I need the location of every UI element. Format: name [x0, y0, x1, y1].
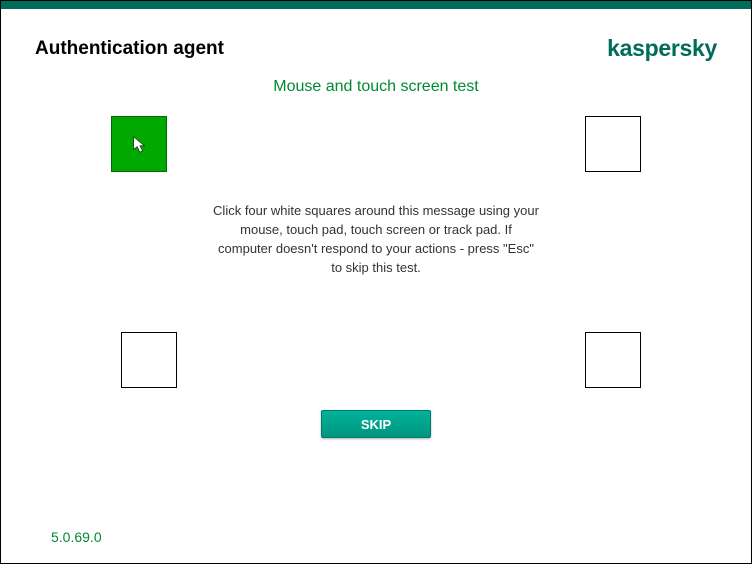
test-area: Click four white squares around this mes… [1, 102, 751, 402]
cursor-icon [130, 135, 148, 153]
app-title: Authentication agent [35, 38, 224, 60]
window-top-bar [1, 1, 751, 9]
test-square-bottom-right[interactable] [585, 332, 641, 388]
test-square-bottom-left[interactable] [121, 332, 177, 388]
brand-logo: kaspersky [607, 35, 717, 62]
header: Authentication agent kaspersky [1, 9, 751, 62]
instruction-text: Click four white squares around this mes… [196, 202, 556, 277]
test-square-top-left[interactable] [111, 116, 167, 172]
test-square-top-right[interactable] [585, 116, 641, 172]
page-subtitle: Mouse and touch screen test [1, 78, 751, 96]
skip-button[interactable]: SKIP [321, 410, 431, 438]
version-label: 5.0.69.0 [51, 529, 102, 545]
